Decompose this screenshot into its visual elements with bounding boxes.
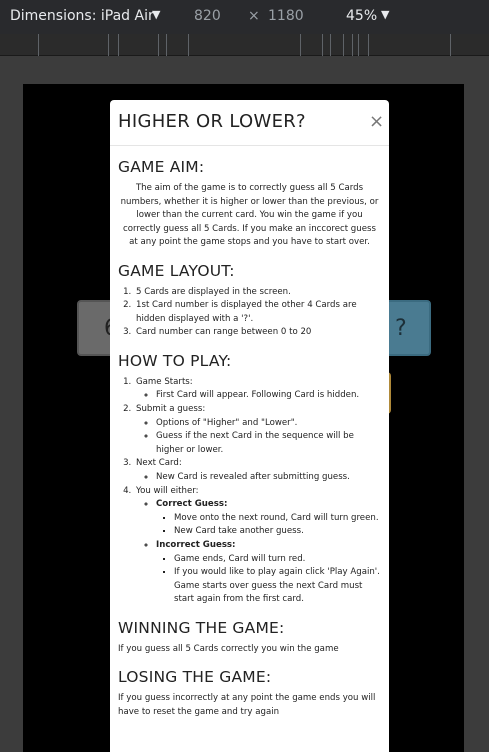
losing-text: If you guess incorrectly at any point th… bbox=[118, 693, 376, 717]
device-viewport: 6 ? HIGHER OR LOWER? × GAME AIM: The aim… bbox=[23, 84, 464, 752]
list-item: Correct Guess: Move onto the next round,… bbox=[156, 498, 381, 539]
list-item: Game Starts: First Card will appear. Fol… bbox=[134, 376, 381, 403]
game-aim-text: The aim of the game is to correctly gues… bbox=[120, 183, 379, 247]
zoom-dropdown-icon[interactable]: ▼ bbox=[381, 8, 389, 21]
height-input[interactable]: 1180 bbox=[268, 8, 304, 24]
step-label: Submit a guess: bbox=[136, 404, 206, 415]
list-item: Game ends, Card will turn red. bbox=[174, 553, 381, 567]
incorrect-guess-label: Incorrect Guess: bbox=[156, 540, 236, 550]
media-query-ruler bbox=[0, 34, 489, 56]
list-item: New Card is revealed after submitting gu… bbox=[156, 471, 381, 485]
list-item: Guess if the next Card in the sequence w… bbox=[156, 430, 381, 457]
list-item: Submit a guess: Options of "Higher" and … bbox=[134, 403, 381, 457]
list-item: You will either: Correct Guess: Move ont… bbox=[134, 485, 381, 607]
list-item: Incorrect Guess: Game ends, Card will tu… bbox=[156, 539, 381, 607]
game-aim-heading: GAME AIM: bbox=[118, 158, 205, 176]
how-to-play-list: Game Starts: First Card will appear. Fol… bbox=[118, 376, 381, 607]
device-dropdown-icon[interactable]: ▼ bbox=[152, 8, 160, 21]
list-item: Card number can range between 0 to 20 bbox=[134, 326, 381, 340]
list-item: 5 Cards are displayed in the screen. bbox=[134, 286, 381, 300]
list-item: If you would like to play again click 'P… bbox=[174, 566, 381, 607]
how-to-play-heading: HOW TO PLAY: bbox=[118, 351, 232, 370]
width-input[interactable]: 820 bbox=[194, 8, 221, 24]
modal-title: HIGHER OR LOWER? bbox=[118, 111, 306, 132]
winning-text: If you guess all 5 Cards correctly you w… bbox=[118, 643, 339, 654]
dimension-separator: × bbox=[248, 8, 260, 24]
list-item: Options of "Higher" and "Lower". bbox=[156, 417, 381, 431]
step-label: Game Starts: bbox=[136, 376, 193, 387]
list-item: 1st Card number is displayed the other 4… bbox=[134, 299, 381, 326]
close-icon[interactable]: × bbox=[369, 111, 384, 132]
modal-header: HIGHER OR LOWER? × bbox=[110, 100, 389, 146]
device-select[interactable]: Dimensions: iPad Air bbox=[10, 8, 154, 24]
game-layout-list: 5 Cards are displayed in the screen. 1st… bbox=[118, 286, 381, 340]
winning-heading: WINNING THE GAME: bbox=[118, 618, 285, 637]
zoom-select[interactable]: 45% bbox=[346, 8, 377, 24]
instructions-modal: HIGHER OR LOWER? × GAME AIM: The aim of … bbox=[110, 100, 389, 752]
list-item: New Card take another guess. bbox=[174, 525, 381, 539]
modal-body: GAME AIM: The aim of the game is to corr… bbox=[110, 158, 389, 719]
step-label: Next Card: bbox=[136, 458, 182, 469]
list-item: Move onto the next round, Card will turn… bbox=[174, 512, 381, 526]
step-label: You will either: bbox=[136, 485, 199, 496]
list-item: First Card will appear. Following Card i… bbox=[156, 389, 381, 403]
list-item: Next Card: New Card is revealed after su… bbox=[134, 457, 381, 484]
correct-guess-label: Correct Guess: bbox=[156, 499, 228, 510]
losing-heading: LOSING THE GAME: bbox=[118, 668, 272, 687]
devtools-toolbar: Dimensions: iPad Air ▼ 820 × 1180 45% ▼ bbox=[0, 0, 489, 34]
game-layout-heading: GAME LAYOUT: bbox=[118, 261, 235, 280]
